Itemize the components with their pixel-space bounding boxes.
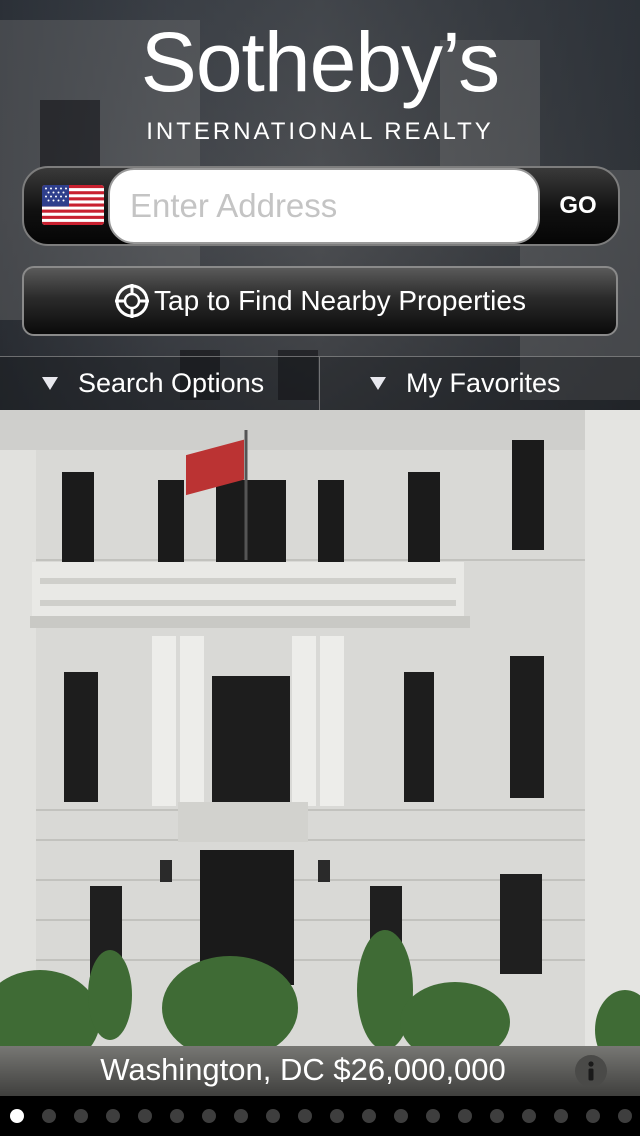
page-dot[interactable]: [586, 1109, 600, 1123]
tab-search-options[interactable]: Search Options: [0, 357, 318, 410]
find-nearby-button[interactable]: Tap to Find Nearby Properties: [22, 266, 618, 336]
page-dot[interactable]: [74, 1109, 88, 1123]
page-dot[interactable]: [522, 1109, 536, 1123]
page-dot[interactable]: [330, 1109, 344, 1123]
page-indicator: [0, 1096, 640, 1136]
property-image: [0, 410, 640, 1096]
triangle-down-icon: [42, 376, 58, 390]
page-dot[interactable]: [266, 1109, 280, 1123]
page-dot[interactable]: [362, 1109, 376, 1123]
property-caption-text: Washington, DC $26,000,000: [100, 1052, 506, 1087]
page-dot[interactable]: [202, 1109, 216, 1123]
go-button[interactable]: GO: [538, 168, 618, 244]
page-dot[interactable]: [458, 1109, 472, 1123]
page-dot[interactable]: [618, 1109, 632, 1123]
page-dot[interactable]: [394, 1109, 408, 1123]
tab-bar: Search Options My Favorites: [0, 356, 640, 410]
page-dot[interactable]: [42, 1109, 56, 1123]
triangle-down-icon: [370, 376, 386, 390]
address-input[interactable]: [108, 168, 540, 244]
us-flag-icon[interactable]: [42, 185, 104, 225]
page-dot[interactable]: [10, 1109, 24, 1123]
property-caption[interactable]: Washington, DC $26,000,000: [0, 1046, 640, 1096]
header-area: Sotheby’s INTERNATIONAL REALTY Enter Add…: [0, 0, 640, 410]
page-dot[interactable]: [554, 1109, 568, 1123]
info-icon[interactable]: [574, 1054, 608, 1088]
crosshair-icon: [115, 284, 150, 318]
featured-property-photo[interactable]: [0, 410, 640, 1096]
page-dot[interactable]: [426, 1109, 440, 1123]
tab-my-favorites-label: My Favorites: [406, 368, 561, 398]
page-dot[interactable]: [138, 1109, 152, 1123]
tab-search-options-label: Search Options: [78, 368, 265, 398]
page-dot[interactable]: [298, 1109, 312, 1123]
address-search-bar: GO: [22, 166, 620, 246]
page-dot[interactable]: [234, 1109, 248, 1123]
tab-my-favorites[interactable]: My Favorites: [319, 357, 640, 410]
find-nearby-label: Tap to Find Nearby Properties: [154, 285, 526, 316]
brand-logo: Sotheby’s: [140, 15, 500, 109]
page-dot[interactable]: [170, 1109, 184, 1123]
brand-subtitle: INTERNATIONAL REALTY: [146, 118, 494, 145]
page-dot[interactable]: [490, 1109, 504, 1123]
page-dot[interactable]: [106, 1109, 120, 1123]
